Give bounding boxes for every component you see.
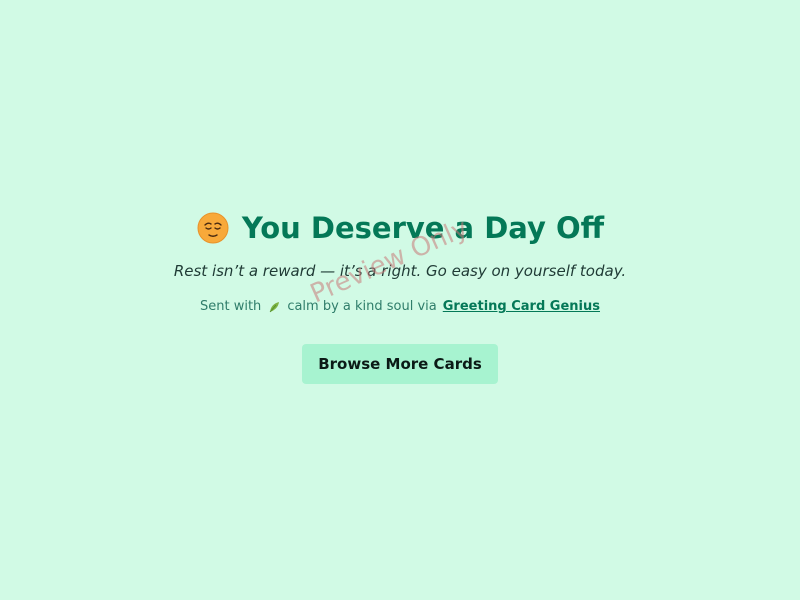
relieved-face-icon (196, 211, 230, 245)
greeting-card-genius-link[interactable]: Greeting Card Genius (443, 299, 600, 314)
title-row: You Deserve a Day Off (0, 206, 800, 250)
sent-prefix: Sent with (200, 299, 262, 314)
greeting-card: You Deserve a Day Off Rest isn’t a rewar… (0, 206, 800, 384)
card-message: Rest isn’t a reward — it’s a right. Go e… (173, 262, 627, 280)
sent-middle: calm by a kind soul via (287, 299, 437, 314)
leaf-icon (267, 300, 281, 314)
sent-line: Sent with calm by a kind soul via Greeti… (0, 299, 800, 314)
card-title: You Deserve a Day Off (241, 211, 605, 245)
browse-more-cards-button[interactable]: Browse More Cards (302, 344, 498, 384)
